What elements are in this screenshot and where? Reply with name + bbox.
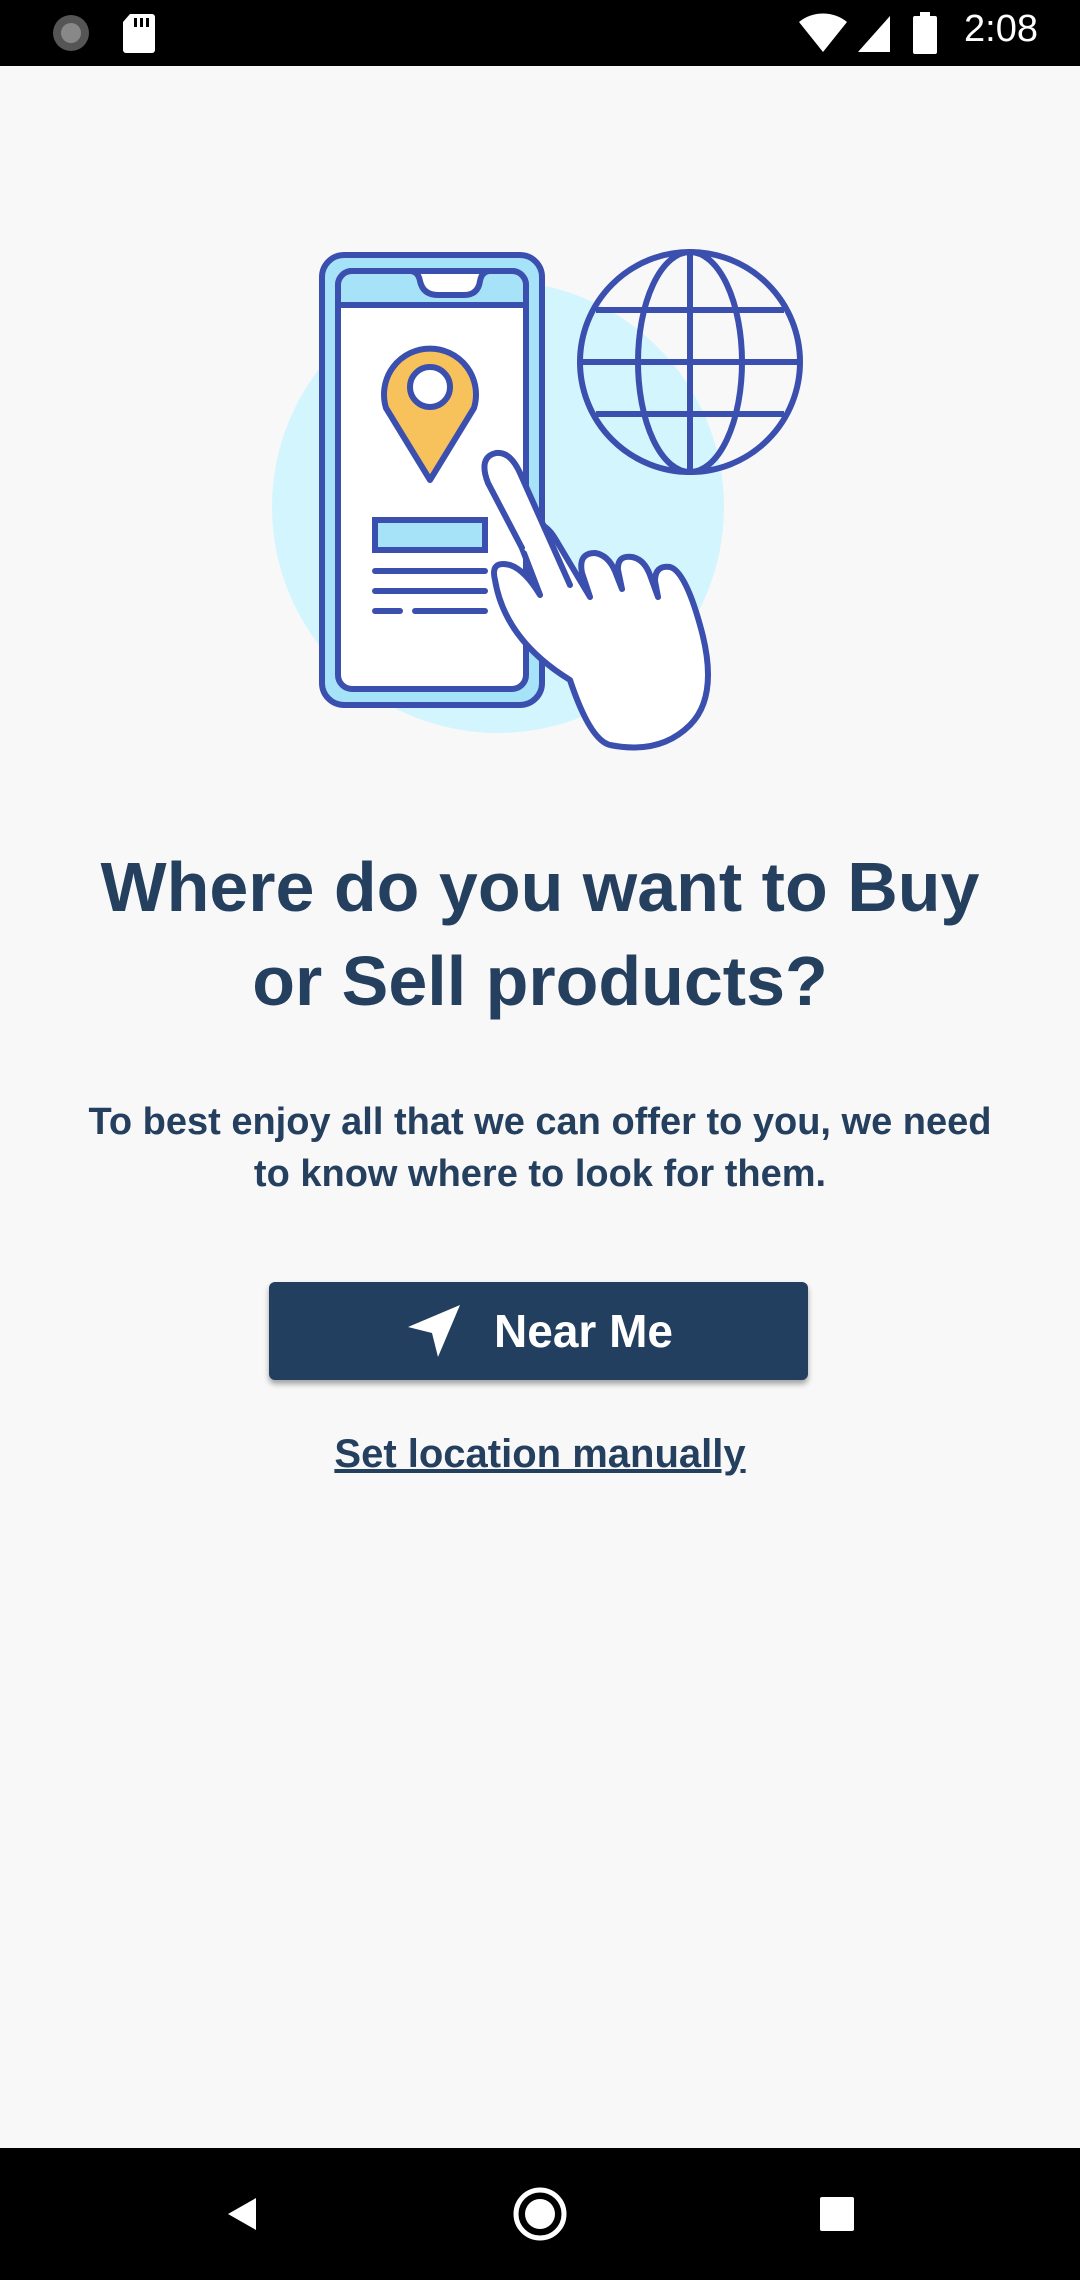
- sync-icon: [53, 15, 89, 51]
- phone-location-illustration: [272, 249, 803, 751]
- page-subtitle: To best enjoy all that we can offer to y…: [88, 1101, 992, 1195]
- page-title: Where do you want to Buy or Sell product…: [100, 848, 980, 1020]
- near-me-label: Near Me: [494, 1305, 673, 1357]
- status-time: 2:08: [964, 8, 1038, 50]
- home-icon: [513, 2187, 567, 2241]
- signal-icon: [858, 16, 890, 52]
- status-bar: 2:08: [0, 0, 1080, 66]
- battery-icon: [913, 12, 937, 54]
- wifi-icon: [799, 13, 847, 52]
- globe-icon: [577, 249, 803, 475]
- recents-icon: [820, 2197, 854, 2231]
- navigation-arrow-icon: [408, 1305, 461, 1357]
- back-icon: [228, 2198, 256, 2230]
- recents-button[interactable]: [807, 2184, 867, 2244]
- set-location-manually-link[interactable]: Set location manually: [0, 1432, 1080, 1477]
- near-me-button[interactable]: Near Me: [269, 1282, 808, 1380]
- sd-card-icon: [123, 14, 155, 53]
- back-button[interactable]: [212, 2184, 272, 2244]
- home-button[interactable]: [510, 2184, 570, 2244]
- navigation-bar: [0, 2148, 1080, 2280]
